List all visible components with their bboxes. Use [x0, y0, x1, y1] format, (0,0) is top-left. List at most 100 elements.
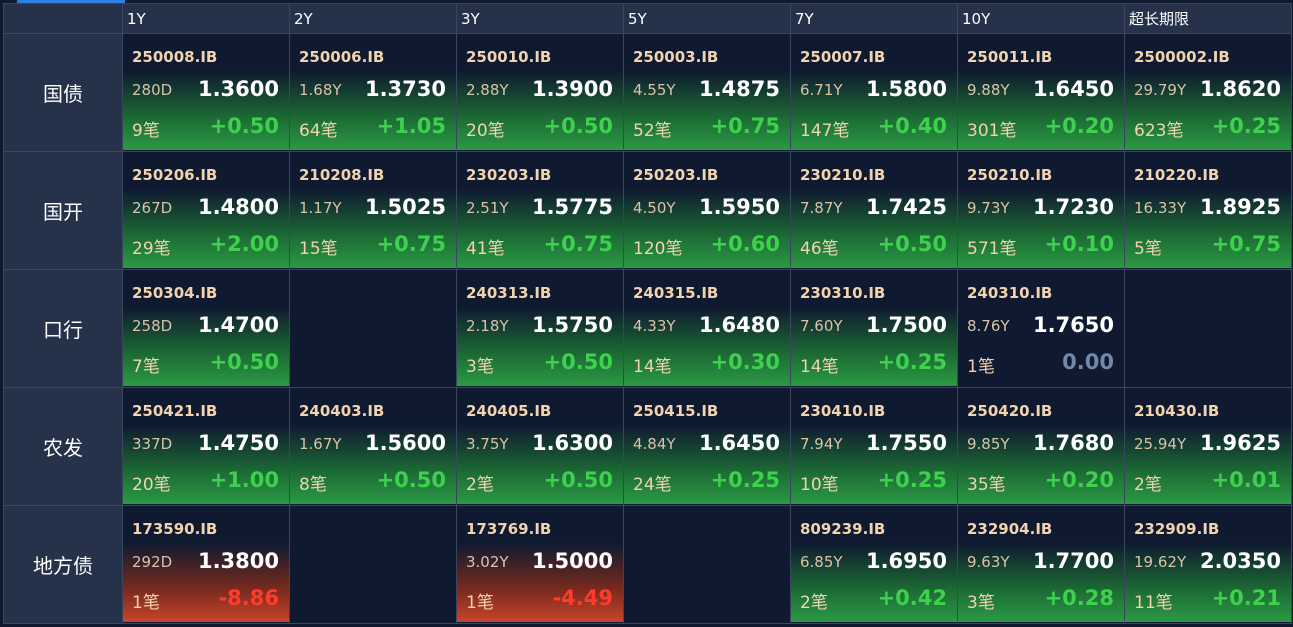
tenor-header[interactable]: 5Y — [623, 3, 791, 34]
quote-cell[interactable]: 250010.IB 2.88Y 1.3900 20笔 +0.50 — [457, 34, 623, 150]
trade-count: 52笔 — [633, 121, 672, 141]
yield-change: -8.86 — [218, 586, 279, 610]
yield-change: +0.10 — [1044, 232, 1114, 256]
bond-code: 250008.IB — [132, 48, 218, 66]
yield-change: +0.50 — [209, 114, 279, 138]
tenor-header[interactable]: 2Y — [289, 3, 457, 34]
yield-change: +1.05 — [376, 114, 446, 138]
remaining-term: 1.17Y — [299, 199, 342, 217]
quote-cell[interactable]: 250006.IB 1.68Y 1.3730 64笔 +1.05 — [290, 34, 456, 150]
remaining-term: 258D — [132, 317, 173, 335]
bond-code: 240315.IB — [633, 284, 719, 302]
remaining-term: 2.18Y — [466, 317, 509, 335]
quote-cell[interactable]: 210220.IB 16.33Y 1.8925 5笔 +0.75 — [1125, 152, 1291, 268]
yield-value: 1.7650 — [1032, 313, 1114, 337]
yield-change: +0.01 — [1211, 468, 1281, 492]
bond-row: 口行 250304.IB 258D 1.4700 7笔 +0.50 240313.IB 2.1… — [3, 269, 1292, 388]
quote-cell[interactable]: 250003.IB 4.55Y 1.4875 52笔 +0.75 — [624, 34, 790, 150]
tenor-header[interactable]: 超长期限 — [1124, 3, 1292, 34]
tenor-header[interactable]: 7Y — [790, 3, 958, 34]
trade-count: 9笔 — [132, 121, 160, 141]
quote-cell[interactable]: 240315.IB 4.33Y 1.6480 14笔 +0.30 — [624, 270, 790, 386]
quote-cell[interactable]: 250421.IB 337D 1.4750 20笔 +1.00 — [123, 388, 289, 504]
yield-value: 1.7700 — [1032, 549, 1114, 573]
bond-code: 2500002.IB — [1134, 48, 1230, 66]
quote-cell[interactable]: 230203.IB 2.51Y 1.5775 41笔 +0.75 — [457, 152, 623, 268]
quote-cell[interactable]: 250007.IB 6.71Y 1.5800 147笔 +0.40 — [791, 34, 957, 150]
yield-value: 1.5950 — [698, 195, 780, 219]
trade-count: 147笔 — [800, 121, 850, 141]
quote-cell[interactable]: 240313.IB 2.18Y 1.5750 3笔 +0.50 — [457, 270, 623, 386]
quote-cell[interactable]: 232909.IB 19.62Y 2.0350 11笔 +0.21 — [1125, 506, 1291, 622]
remaining-term: 19.62Y — [1134, 553, 1187, 571]
yield-value: 1.8620 — [1199, 77, 1281, 101]
trade-count: 2笔 — [800, 593, 828, 613]
quote-cell[interactable]: 230210.IB 7.87Y 1.7425 46笔 +0.50 — [791, 152, 957, 268]
bond-code: 250421.IB — [132, 402, 218, 420]
bond-code: 210208.IB — [299, 166, 385, 184]
yield-value: 2.0350 — [1199, 549, 1281, 573]
quote-cell[interactable]: 240310.IB 8.76Y 1.7650 1笔 0.00 — [958, 270, 1124, 386]
quote-cell[interactable]: 173769.IB 3.02Y 1.5000 1笔 -4.49 — [457, 506, 623, 622]
bond-code: 230203.IB — [466, 166, 552, 184]
trade-count: 7笔 — [132, 357, 160, 377]
quote-cell[interactable]: 173590.IB 292D 1.3800 1笔 -8.86 — [123, 506, 289, 622]
yield-value: 1.4750 — [197, 431, 279, 455]
tenor-header[interactable]: 3Y — [456, 3, 624, 34]
bond-code: 240310.IB — [967, 284, 1053, 302]
quote-cell[interactable]: 240405.IB 3.75Y 1.6300 2笔 +0.50 — [457, 388, 623, 504]
quote-cell[interactable]: 250304.IB 258D 1.4700 7笔 +0.50 — [123, 270, 289, 386]
yield-value: 1.3730 — [364, 77, 446, 101]
yield-change: +0.40 — [877, 114, 947, 138]
yield-change: +0.25 — [877, 468, 947, 492]
quote-cell[interactable]: 210430.IB 25.94Y 1.9625 2笔 +0.01 — [1125, 388, 1291, 504]
quote-cell[interactable]: 250008.IB 280D 1.3600 9笔 +0.50 — [123, 34, 289, 150]
remaining-term: 9.85Y — [967, 435, 1010, 453]
remaining-term: 7.94Y — [800, 435, 843, 453]
bond-code: 240405.IB — [466, 402, 552, 420]
yield-change: +0.20 — [1044, 114, 1114, 138]
bond-code: 230210.IB — [800, 166, 886, 184]
empty-cell — [623, 505, 791, 624]
quote-cell[interactable]: 250203.IB 4.50Y 1.5950 120笔 +0.60 — [624, 152, 790, 268]
yield-change: +0.50 — [543, 350, 613, 374]
bond-code: 250420.IB — [967, 402, 1053, 420]
quote-cell[interactable]: 240403.IB 1.67Y 1.5600 8笔 +0.50 — [290, 388, 456, 504]
remaining-term: 2.51Y — [466, 199, 509, 217]
remaining-term: 6.85Y — [800, 553, 843, 571]
yield-change: +0.25 — [877, 350, 947, 374]
quote-cell[interactable]: 250415.IB 4.84Y 1.6450 24笔 +0.25 — [624, 388, 790, 504]
yield-change: +0.75 — [376, 232, 446, 256]
trade-count: 35笔 — [967, 475, 1006, 495]
trade-count: 41笔 — [466, 239, 505, 259]
trade-count: 29笔 — [132, 239, 171, 259]
quote-cell[interactable]: 250210.IB 9.73Y 1.7230 571笔 +0.10 — [958, 152, 1124, 268]
yield-change: +0.20 — [1044, 468, 1114, 492]
yield-change: +0.50 — [376, 468, 446, 492]
quote-cell[interactable]: 230410.IB 7.94Y 1.7550 10笔 +0.25 — [791, 388, 957, 504]
yield-value: 1.6450 — [698, 431, 780, 455]
quote-cell[interactable]: 250206.IB 267D 1.4800 29笔 +2.00 — [123, 152, 289, 268]
bond-quote-matrix: 1Y 2Y 3Y 5Y 7Y 10Y 超长期限 国债 250008.IB 280D 1… — [3, 0, 1292, 627]
quote-cell[interactable]: 210208.IB 1.17Y 1.5025 15笔 +0.75 — [290, 152, 456, 268]
trade-count: 3笔 — [967, 593, 995, 613]
yield-change: +0.75 — [710, 114, 780, 138]
trade-count: 623笔 — [1134, 121, 1184, 141]
remaining-term: 4.55Y — [633, 81, 676, 99]
trade-count: 20笔 — [132, 475, 171, 495]
quote-cell[interactable]: 250011.IB 9.88Y 1.6450 301笔 +0.20 — [958, 34, 1124, 150]
quote-cell[interactable]: 250420.IB 9.85Y 1.7680 35笔 +0.20 — [958, 388, 1124, 504]
yield-value: 1.3600 — [197, 77, 279, 101]
quote-cell[interactable]: 230310.IB 7.60Y 1.7500 14笔 +0.25 — [791, 270, 957, 386]
yield-change: +0.30 — [710, 350, 780, 374]
tenor-header[interactable]: 10Y — [957, 3, 1125, 34]
bond-row: 农发 250421.IB 337D 1.4750 20笔 +1.00 240403.IB 1.… — [3, 387, 1292, 506]
yield-value: 1.4700 — [197, 313, 279, 337]
issuer-label: 国开 — [3, 151, 123, 270]
tenor-header[interactable]: 1Y — [122, 3, 290, 34]
yield-value: 1.9625 — [1199, 431, 1281, 455]
quote-cell[interactable]: 2500002.IB 29.79Y 1.8620 623笔 +0.25 — [1125, 34, 1291, 150]
quote-cell[interactable]: 232904.IB 9.63Y 1.7700 3笔 +0.28 — [958, 506, 1124, 622]
yield-change: +0.25 — [710, 468, 780, 492]
quote-cell[interactable]: 809239.IB 6.85Y 1.6950 2笔 +0.42 — [791, 506, 957, 622]
